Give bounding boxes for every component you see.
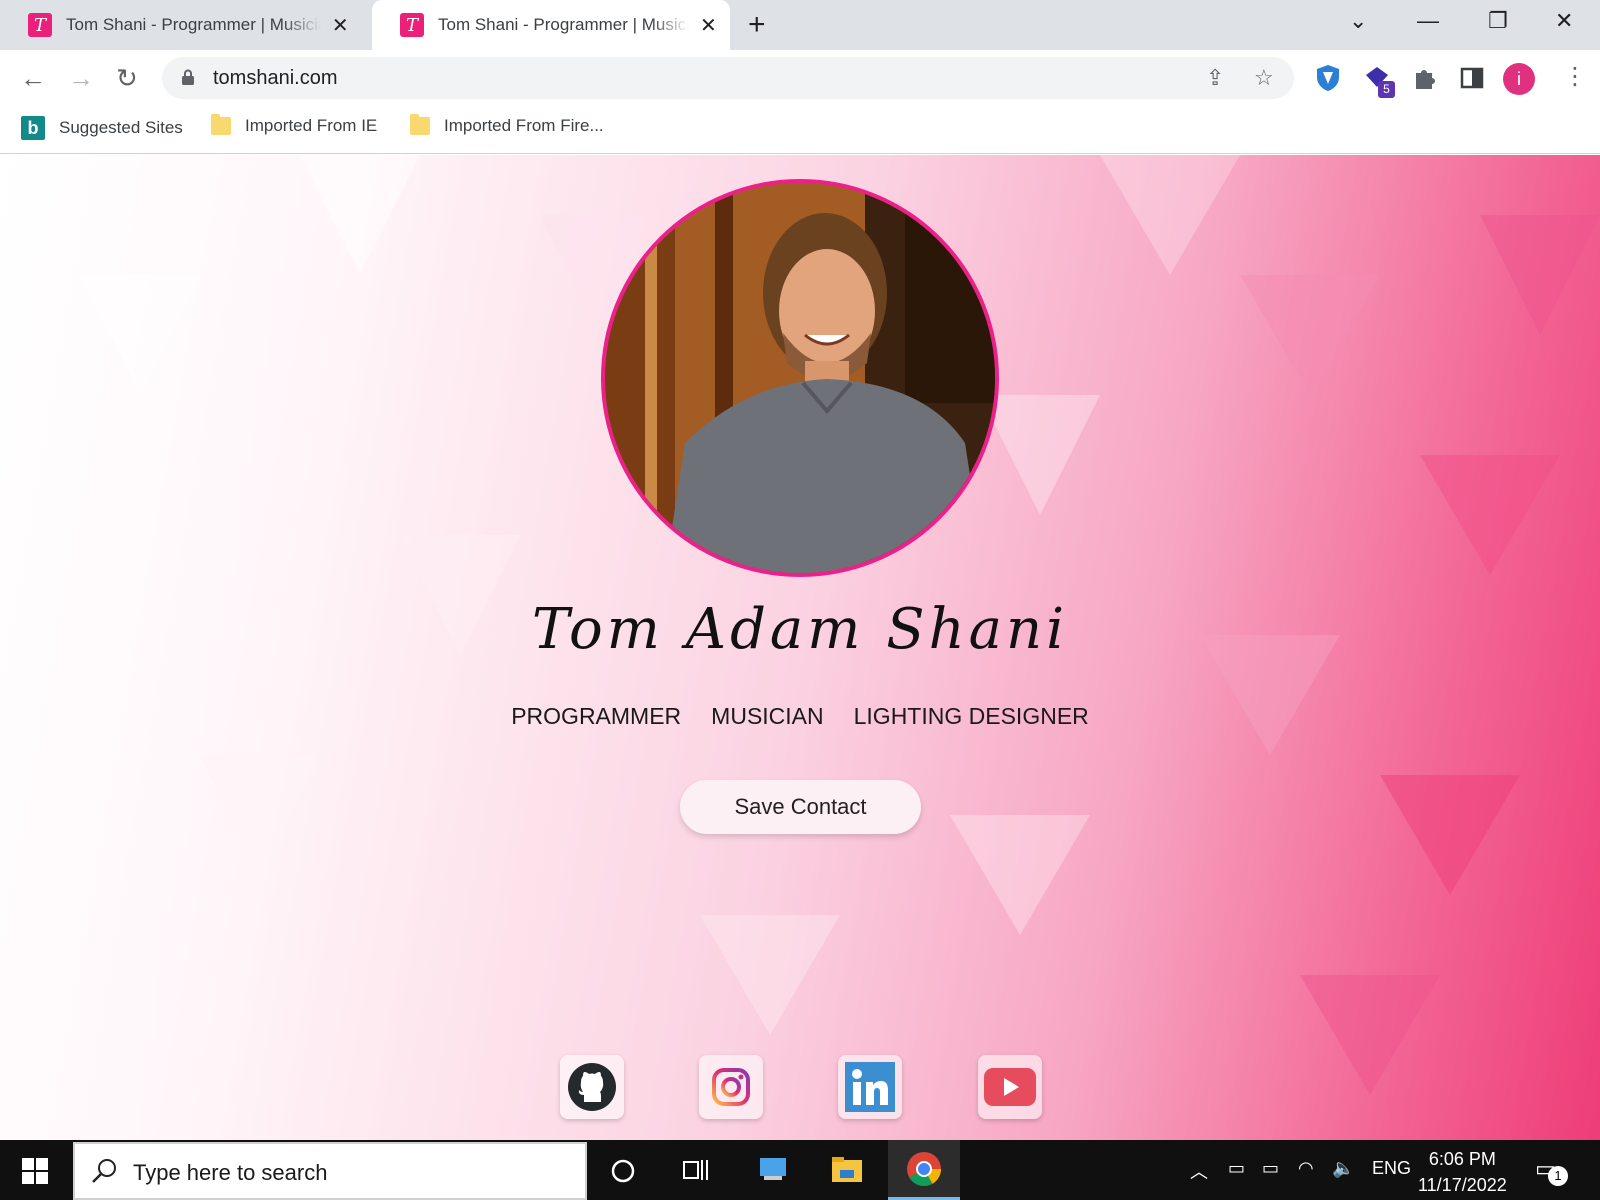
share-icon[interactable]: ⇪ [1206,65,1224,91]
address-bar[interactable]: tomshani.com ⇪ ☆ [162,57,1294,99]
file-explorer-icon[interactable] [830,1152,864,1186]
page-content: Tom Adam Shani Programmer Musician Light… [0,155,1600,1140]
bookmark-label: Imported From IE [245,116,378,135]
minimize-button[interactable]: — [1417,8,1439,34]
language-indicator[interactable]: ENG [1372,1158,1411,1179]
role-programmer: Programmer [511,703,682,729]
volume-icon[interactable]: 🔈 [1332,1158,1354,1179]
close-tab-icon[interactable]: ✕ [699,13,718,38]
windows-taskbar: Type here to search ︿ ▭ ▭ ◠ 🔈 ENG 6:06 P… [0,1140,1600,1200]
bookmark-label: Suggested Sites [59,118,183,137]
folder-icon [410,114,430,135]
tab-title: Tom Shani - Programmer | Musician | Ligh… [438,15,689,34]
reload-icon[interactable]: ↻ [116,64,138,92]
github-icon [568,1063,616,1111]
battery-icon[interactable]: ▭ [1262,1158,1279,1179]
tab-search-icon[interactable]: ⌄ [1349,8,1367,34]
bookmark-imported-from-ie[interactable]: Imported From IE [211,114,378,136]
show-hidden-icons[interactable]: ︿ [1190,1158,1208,1184]
person-name: Tom Adam Shani [532,597,1068,662]
instagram-link[interactable] [699,1055,763,1119]
search-placeholder: Type here to search [133,1160,328,1185]
role-lighting-designer: Lighting Designer [853,703,1089,729]
shield-extension-icon[interactable] [1313,63,1343,93]
browser-menu-icon[interactable]: ⋮ [1563,62,1587,92]
bookmark-imported-from-firefox[interactable]: Imported From Fire... [410,114,604,136]
meet-now-icon[interactable]: ▭ [1228,1158,1245,1179]
wifi-icon[interactable]: ◠ [1298,1158,1314,1179]
back-icon[interactable]: ← [20,64,46,92]
bookmark-star-icon[interactable]: ☆ [1254,65,1274,91]
task-view-icon[interactable] [682,1156,710,1184]
github-link[interactable] [560,1055,624,1119]
bookmark-suggested-sites[interactable]: b Suggested Sites [21,116,183,140]
bookmarks-bar: b Suggested Sites Imported From IE Impor… [0,106,1600,154]
side-panel-icon[interactable] [1457,63,1487,93]
remote-desktop-icon[interactable] [756,1152,790,1186]
extensions-puzzle-icon[interactable] [1410,63,1440,93]
bookmark-label: Imported From Fire... [444,116,604,135]
site-favicon: T [28,13,52,37]
system-clock[interactable]: 6:06 PM 11/17/2022 [1418,1146,1507,1198]
bing-icon: b [21,116,45,140]
instagram-icon [712,1068,750,1106]
portrait-illustration [605,183,995,573]
taskbar-search-box[interactable]: Type here to search [73,1142,587,1200]
role-musician: Musician [711,703,824,729]
tab-strip: T Tom Shani - Programmer | Musician | Li… [0,0,1600,50]
extension-badge: 5 [1378,81,1395,98]
youtube-link[interactable] [978,1055,1042,1119]
forward-icon[interactable]: → [68,64,94,92]
site-favicon: T [400,13,424,37]
clock-time: 6:06 PM [1428,1149,1496,1169]
youtube-icon [984,1068,1036,1106]
clock-date: 11/17/2022 [1418,1175,1507,1195]
profile-avatar[interactable]: i [1503,63,1535,95]
close-tab-icon[interactable]: ✕ [331,13,350,38]
browser-tab-2-active[interactable]: T Tom Shani - Programmer | Musician | Li… [372,0,730,50]
new-tab-button[interactable]: + [748,10,766,40]
url-text[interactable]: tomshani.com [213,67,338,90]
folder-icon [211,114,231,135]
lock-icon [182,69,194,85]
close-window-button[interactable]: ✕ [1555,8,1573,34]
roles-list: Programmer Musician Lighting Designer [0,703,1600,730]
windows-start-icon[interactable] [22,1158,48,1184]
tab-title: Tom Shani - Programmer | Musician | Ligh… [66,15,321,34]
search-icon [92,1159,116,1183]
browser-tab-1[interactable]: T Tom Shani - Programmer | Musician | Li… [0,0,362,50]
browser-toolbar: ← → ↻ tomshani.com ⇪ ☆ 5 i ⋮ [0,50,1600,106]
linkedin-link[interactable] [838,1055,902,1119]
linkedin-icon [845,1062,895,1112]
profile-photo [601,179,999,577]
chrome-taskbar-button[interactable] [888,1140,960,1200]
restore-button[interactable]: ❐ [1488,8,1508,34]
chrome-icon [907,1152,941,1186]
cortana-icon[interactable] [610,1158,636,1184]
notification-count-badge: 1 [1548,1166,1568,1186]
save-contact-button[interactable]: Save Contact [680,780,921,834]
